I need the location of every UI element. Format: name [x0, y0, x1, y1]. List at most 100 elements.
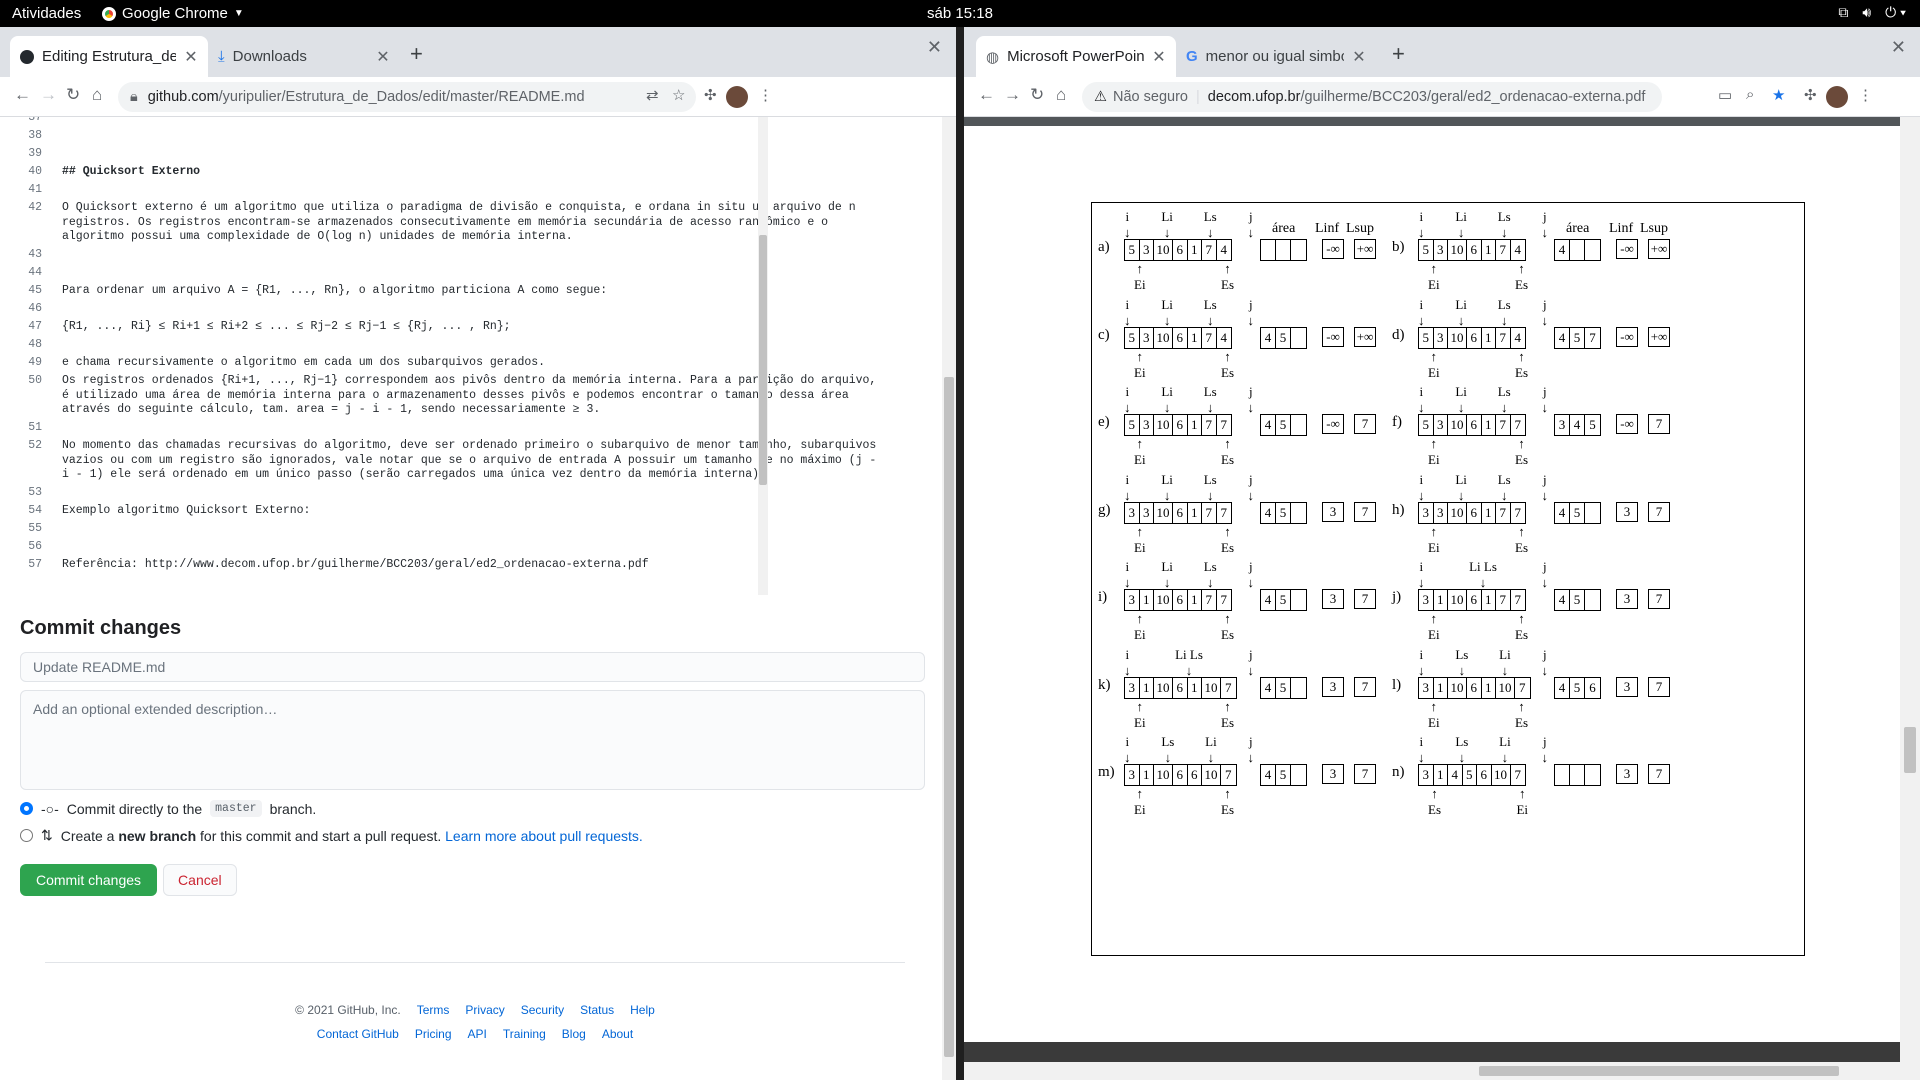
forward-icon[interactable]: →: [40, 85, 57, 105]
close-icon[interactable]: ✕: [376, 47, 390, 67]
github-footer: © 2021 GitHub, Inc. Terms Privacy Security S…: [45, 962, 905, 1051]
code-line[interactable]: Referência: http://www.decom.ufop.br/gui…: [62, 558, 649, 571]
code-line[interactable]: através do seguinte cálculo, tam. area =…: [62, 403, 600, 416]
extensions-icon[interactable]: ✣: [1804, 86, 1817, 104]
record-cell: 7: [1496, 502, 1511, 523]
code-line[interactable]: Exemplo algoritmo Quicksort Externo:: [62, 504, 310, 517]
pointer-label: i: [1419, 296, 1424, 312]
tab-google-search[interactable]: G menor ou igual simbolo - F ✕: [1176, 36, 1376, 77]
footer-link-pricing[interactable]: Pricing: [415, 1027, 452, 1041]
editor-scrollbar[interactable]: [758, 117, 768, 595]
radio-selected[interactable]: [20, 802, 33, 815]
footer-link-status[interactable]: Status: [580, 1003, 614, 1017]
chrome-icon: [102, 6, 116, 21]
back-icon[interactable]: ←: [978, 85, 995, 105]
code-line[interactable]: Para ordenar um arquivo A = {R1, ..., Rn…: [62, 284, 607, 297]
pdf-scrollbar[interactable]: [1900, 117, 1920, 1080]
menu-icon[interactable]: ⋮: [758, 86, 773, 104]
commit-description-field[interactable]: Add an optional extended description…: [20, 690, 925, 790]
commit-changes-button[interactable]: Commit changes: [20, 864, 158, 896]
tab-downloads[interactable]: ⤓ Downloads ✕: [208, 36, 400, 77]
area-cell: 5: [1276, 415, 1291, 435]
scrollbar-thumb[interactable]: [944, 377, 954, 1057]
menu-icon[interactable]: ⋮: [1858, 86, 1873, 104]
reload-icon[interactable]: ↻: [66, 85, 80, 105]
code-line[interactable]: ## Quicksort Externo: [62, 165, 200, 178]
page-scrollbar[interactable]: [942, 117, 956, 1080]
scrollbar-thumb[interactable]: [759, 235, 767, 485]
code-line[interactable]: No momento das chamadas recursivas do al…: [62, 439, 876, 452]
code-line[interactable]: Os registros ordenados {Ri+1, ..., Rj−1}…: [62, 374, 876, 387]
translate-icon[interactable]: ⇄: [646, 86, 659, 104]
pointer-label: Ei: [1134, 802, 1146, 817]
activities-button[interactable]: Atividades: [12, 5, 81, 22]
header-lsup: Lsup: [1640, 221, 1668, 236]
record-array: 3 3 10 6 1 7 7: [1418, 501, 1526, 524]
commit-new-branch-option[interactable]: ⇅ Create a new branch for this commit an…: [20, 827, 925, 844]
area-cell: 5: [1276, 677, 1291, 698]
area-cell: 4: [1555, 327, 1570, 348]
star-icon[interactable]: ☆: [672, 86, 685, 104]
footer-link-about[interactable]: About: [602, 1027, 633, 1041]
pdf-hscrollbar[interactable]: [964, 1062, 1900, 1080]
avatar[interactable]: [1826, 86, 1848, 108]
footer-link-terms[interactable]: Terms: [417, 1003, 450, 1017]
code-editor[interactable]: 37 38 39 40 ## Quicksort Externo 41 42 O Quicks…: [0, 117, 940, 595]
footer-link-help[interactable]: Help: [630, 1003, 655, 1017]
back-icon[interactable]: ←: [14, 85, 31, 105]
address-bar[interactable]: 🔒︎ github.com/yuripulier/Estrutura_de_Da…: [118, 82, 696, 112]
commit-summary-input[interactable]: Update README.md: [20, 652, 925, 682]
tab-pdf[interactable]: ◍ Microsoft PowerPoint - ed ✕: [976, 36, 1176, 77]
radio-unselected[interactable]: [20, 829, 33, 842]
learn-more-link[interactable]: Learn more about pull requests.: [445, 828, 643, 844]
window-close-icon[interactable]: ✕: [927, 37, 942, 58]
code-line[interactable]: i - 1) ele será ordenado em um único pas…: [62, 468, 766, 481]
record-cell: 3: [1125, 765, 1140, 785]
code-line[interactable]: vazios ou com um registro são ignorados,…: [62, 454, 876, 467]
footer-link-contact-github[interactable]: Contact GitHub: [317, 1027, 399, 1041]
code-line[interactable]: {R1, ..., Ri} ≤ Ri+1 ≤ Ri+2 ≤ ... ≤ Rj−2…: [62, 320, 511, 333]
close-icon[interactable]: ✕: [1352, 47, 1366, 67]
clock[interactable]: sáb 15:18: [927, 5, 993, 22]
avatar[interactable]: [726, 86, 748, 108]
area-cell: 4: [1555, 590, 1570, 610]
tab-github-edit[interactable]: Editing Estrutura_de_Dad ✕: [10, 36, 208, 77]
home-icon[interactable]: ⌂: [1056, 85, 1066, 105]
close-icon[interactable]: ✕: [1152, 47, 1166, 67]
footer-link-blog[interactable]: Blog: [562, 1027, 586, 1041]
footer-link-api[interactable]: API: [468, 1027, 487, 1041]
star-filled-icon[interactable]: ★: [1772, 86, 1785, 104]
record-cell: 1: [1188, 240, 1202, 260]
zoom-icon[interactable]: ⌕: [1746, 86, 1754, 103]
record-array: 3 3 10 6 1 7 7: [1124, 501, 1232, 524]
code-line[interactable]: registros. Os registros encontram-se arm…: [62, 216, 828, 229]
system-tray[interactable]: ⧉ 🔊︎ ⏻ ▾: [1838, 4, 1906, 21]
footer-link-privacy[interactable]: Privacy: [465, 1003, 504, 1017]
new-tab-button[interactable]: +: [410, 41, 423, 67]
code-line[interactable]: algoritmo possui uma complexidade de O(l…: [62, 230, 573, 243]
footer-link-training[interactable]: Training: [503, 1027, 546, 1041]
scrollbar-thumb[interactable]: [1479, 1066, 1839, 1076]
reload-icon[interactable]: ↻: [1030, 85, 1044, 105]
scrollbar-thumb[interactable]: [1904, 727, 1916, 773]
code-line[interactable]: O Quicksort externo é um algoritmo que u…: [62, 201, 856, 214]
app-menu[interactable]: Google Chrome ▼: [102, 5, 244, 22]
new-tab-button[interactable]: +: [1392, 41, 1405, 67]
up-arrow-icon: ↑: [1518, 261, 1525, 276]
url-path: /yuripulier/Estrutura_de_Dados/edit/mast…: [218, 89, 585, 105]
home-icon[interactable]: ⌂: [92, 85, 102, 105]
linf-box: -∞: [1616, 414, 1638, 434]
commit-direct-option[interactable]: -○- Commit directly to the master branch…: [20, 800, 925, 817]
address-bar[interactable]: ⚠ Não seguro | decom.ufop.br/guilherme/B…: [1082, 82, 1662, 112]
footer-link-security[interactable]: Security: [521, 1003, 564, 1017]
window-close-icon[interactable]: ✕: [1891, 37, 1906, 58]
close-icon[interactable]: ✕: [184, 47, 198, 67]
extensions-icon[interactable]: ✣: [704, 86, 717, 104]
cancel-button[interactable]: Cancel: [163, 864, 237, 896]
forward-icon[interactable]: →: [1004, 85, 1021, 105]
lsup-box: +∞: [1354, 326, 1376, 347]
code-line[interactable]: é utilizado uma área de memória interna …: [62, 389, 849, 402]
memory-area: 45: [1260, 764, 1307, 786]
code-line[interactable]: e chama recursivamente o algoritmo em ca…: [62, 356, 545, 369]
install-icon[interactable]: ▭: [1718, 86, 1732, 104]
